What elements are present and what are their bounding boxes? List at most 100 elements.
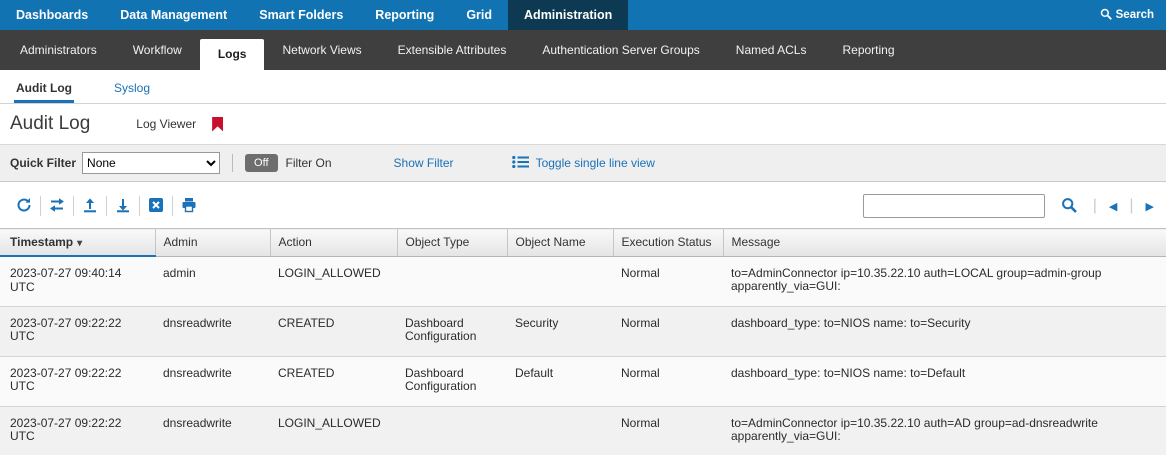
table-row[interactable]: 2023-07-27 09:22:22 UTC dnsreadwrite CRE… (0, 356, 1166, 406)
filter-bar: Quick Filter None Off Filter On Show Fil… (0, 145, 1166, 182)
cell-action: LOGIN_ALLOWED (270, 406, 397, 455)
prev-page-button[interactable]: ◀ (1105, 200, 1121, 213)
subnav-item-logs[interactable]: Logs (200, 39, 265, 70)
tab-syslog[interactable]: Syslog (112, 81, 152, 103)
swap-arrows-icon (49, 197, 65, 216)
toolbar-right: | ◀ | ▶ (863, 194, 1158, 218)
nav-item-dashboards[interactable]: Dashboards (0, 0, 104, 30)
cell-action: LOGIN_ALLOWED (270, 256, 397, 306)
column-header-admin[interactable]: Admin (155, 229, 270, 257)
cell-admin: dnsreadwrite (155, 356, 270, 406)
table-row[interactable]: 2023-07-27 09:22:22 UTC dnsreadwrite CRE… (0, 306, 1166, 356)
cell-admin: admin (155, 256, 270, 306)
global-search[interactable]: Search (1088, 0, 1166, 30)
cell-object-type (397, 406, 507, 455)
topnav-spacer (628, 0, 1087, 30)
magnifier-icon (1061, 197, 1077, 216)
tab-audit-log[interactable]: Audit Log (14, 81, 74, 103)
search-icon (1100, 8, 1112, 23)
sync-button[interactable] (41, 196, 74, 216)
page-subtitle: Log Viewer (136, 117, 196, 131)
subnav-item-administrators[interactable]: Administrators (2, 30, 115, 70)
download-button[interactable] (107, 196, 140, 216)
title-bar: Audit Log Log Viewer (0, 104, 1166, 145)
cell-execution-status: Normal (613, 256, 723, 306)
clear-button[interactable] (140, 196, 173, 216)
cell-object-name (507, 406, 613, 455)
column-header-execution-status[interactable]: Execution Status (613, 229, 723, 257)
cell-admin: dnsreadwrite (155, 406, 270, 455)
column-label: Admin (164, 235, 198, 249)
nav-item-smart-folders[interactable]: Smart Folders (243, 0, 359, 30)
show-filter-link[interactable]: Show Filter (394, 156, 454, 170)
separator: | (1129, 197, 1133, 215)
toggle-single-line-view[interactable]: Toggle single line view (512, 155, 655, 172)
column-header-message[interactable]: Message (723, 229, 1166, 257)
refresh-icon (16, 197, 32, 216)
subnav-item-named-acls[interactable]: Named ACLs (718, 30, 825, 70)
cell-timestamp: 2023-07-27 09:22:22 UTC (0, 406, 155, 455)
cell-object-type: Dashboard Configuration (397, 356, 507, 406)
cell-message: dashboard_type: to=NIOS name: to=Default (723, 356, 1166, 406)
column-header-timestamp[interactable]: Timestamp ▾ (0, 229, 155, 257)
subnav-item-network-views[interactable]: Network Views (264, 30, 379, 70)
cell-execution-status: Normal (613, 356, 723, 406)
subnav-item-reporting[interactable]: Reporting (824, 30, 912, 70)
page-title: Audit Log (10, 113, 90, 135)
sort-desc-icon: ▾ (77, 238, 82, 249)
next-page-button[interactable]: ▶ (1142, 200, 1158, 213)
cell-object-name (507, 256, 613, 306)
upload-icon (82, 197, 98, 216)
table-row[interactable]: 2023-07-27 09:22:22 UTC dnsreadwrite LOG… (0, 406, 1166, 455)
quick-filter-select[interactable]: None (82, 152, 220, 174)
bookmark-icon[interactable] (212, 117, 223, 132)
delete-box-icon (148, 197, 164, 216)
cell-timestamp: 2023-07-27 09:40:14 UTC (0, 256, 155, 306)
column-label: Execution Status (622, 235, 712, 249)
table-search-button[interactable] (1053, 196, 1085, 216)
top-nav: Dashboards Data Management Smart Folders… (0, 0, 1166, 30)
nav-item-administration[interactable]: Administration (508, 0, 628, 30)
log-view-tabs: Audit Log Syslog (0, 70, 1166, 104)
column-label: Action (279, 235, 312, 249)
subnav-item-extensible-attributes[interactable]: Extensible Attributes (380, 30, 525, 70)
cell-object-name: Default (507, 356, 613, 406)
nav-item-data-management[interactable]: Data Management (104, 0, 243, 30)
column-header-object-name[interactable]: Object Name (507, 229, 613, 257)
single-line-view-icon (512, 155, 529, 172)
subnav-item-workflow[interactable]: Workflow (115, 30, 200, 70)
cell-object-type: Dashboard Configuration (397, 306, 507, 356)
table-search-input[interactable] (863, 194, 1045, 218)
next-page-icon: ▶ (1146, 201, 1154, 213)
cell-action: CREATED (270, 306, 397, 356)
cell-action: CREATED (270, 356, 397, 406)
filter-off-toggle[interactable]: Off (245, 154, 277, 172)
quick-filter-label: Quick Filter (10, 156, 76, 170)
separator (232, 154, 233, 172)
cell-admin: dnsreadwrite (155, 306, 270, 356)
app-root: Dashboards Data Management Smart Folders… (0, 0, 1166, 455)
cell-message: to=AdminConnector ip=10.35.22.10 auth=AD… (723, 406, 1166, 455)
nav-item-grid[interactable]: Grid (450, 0, 508, 30)
cell-object-name: Security (507, 306, 613, 356)
subnav-item-authentication-server-groups[interactable]: Authentication Server Groups (524, 30, 717, 70)
print-icon (181, 197, 197, 216)
upload-button[interactable] (74, 196, 107, 216)
cell-timestamp: 2023-07-27 09:22:22 UTC (0, 356, 155, 406)
cell-message: to=AdminConnector ip=10.35.22.10 auth=LO… (723, 256, 1166, 306)
column-label: Timestamp (10, 235, 73, 249)
download-icon (115, 197, 131, 216)
cell-timestamp: 2023-07-27 09:22:22 UTC (0, 306, 155, 356)
column-header-object-type[interactable]: Object Type (397, 229, 507, 257)
print-button[interactable] (173, 196, 205, 216)
column-label: Object Type (406, 235, 470, 249)
sub-nav: Administrators Workflow Logs Network Vie… (0, 30, 1166, 70)
table-toolbar: | ◀ | ▶ (0, 182, 1166, 228)
table-row[interactable]: 2023-07-27 09:40:14 UTC admin LOGIN_ALLO… (0, 256, 1166, 306)
refresh-button[interactable] (8, 196, 41, 216)
cell-message: dashboard_type: to=NIOS name: to=Securit… (723, 306, 1166, 356)
column-label: Message (732, 235, 781, 249)
nav-item-reporting[interactable]: Reporting (359, 0, 450, 30)
column-header-action[interactable]: Action (270, 229, 397, 257)
global-search-label: Search (1116, 9, 1154, 21)
